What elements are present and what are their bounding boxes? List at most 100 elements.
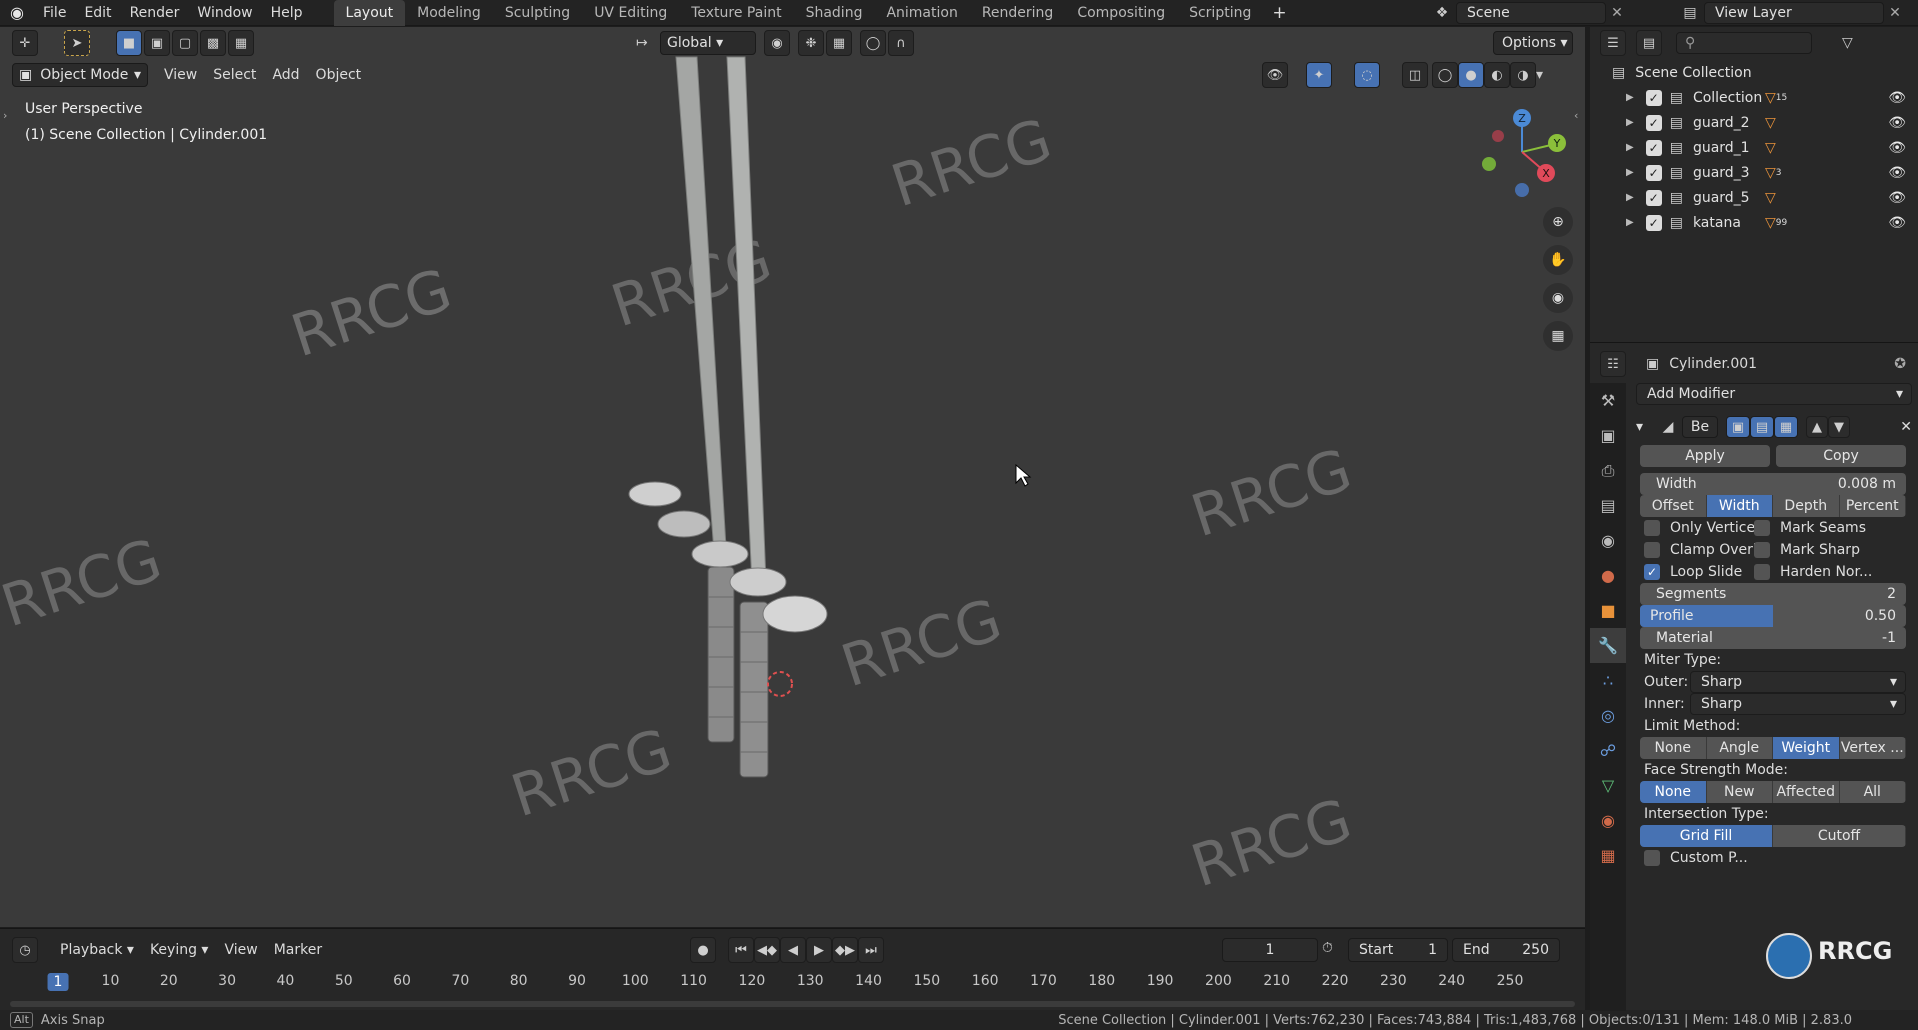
segment-option[interactable]: Weight (1773, 737, 1840, 759)
segment-option[interactable]: All (1839, 781, 1906, 803)
workspace-tab-rendering[interactable]: Rendering (970, 0, 1066, 26)
checkbox-box[interactable] (1644, 542, 1660, 558)
texture-tab-icon[interactable]: ▦ (1590, 838, 1626, 873)
checkbox-box[interactable] (1754, 564, 1770, 580)
view-layer-tab-icon[interactable]: ▤ (1590, 488, 1626, 523)
view-layer-icon[interactable]: ▤ (1676, 5, 1704, 21)
show-viewport-icon[interactable]: ▤ (1750, 416, 1774, 438)
segment-option[interactable]: Depth (1773, 495, 1840, 517)
workspace-tab-compositing[interactable]: Compositing (1065, 0, 1177, 26)
outliner-item[interactable]: ▶ ✓ ▤ guard_2 ▽ 👁 (1590, 110, 1918, 135)
segment-option[interactable]: Width (1706, 495, 1773, 517)
expand-arrow-icon[interactable]: ▶ (1626, 167, 1634, 178)
option-checkbox[interactable]: Mark Seams (1754, 517, 1866, 539)
exclude-checkbox[interactable]: ✓ (1645, 164, 1662, 181)
tool-tab-icon[interactable]: ⚒ (1590, 383, 1626, 418)
display-mode-icon[interactable]: ▤ (1636, 30, 1662, 56)
remove-modifier-icon[interactable]: ✕ (1900, 419, 1912, 435)
toolbar-toggle-icon[interactable]: › (3, 109, 7, 122)
modifier-name-field[interactable]: Be (1682, 416, 1718, 438)
katana-handle-right[interactable] (739, 601, 769, 778)
profile-slider[interactable]: Profile 0.50 (1640, 605, 1906, 627)
timeline-ruler[interactable]: 1 10 20 30 40 50 60 70 80 90 100 110 120 130 140 150 160… (0, 929, 1585, 1011)
add-modifier-dropdown[interactable]: Add Modifier ▾ (1636, 383, 1912, 405)
exclude-checkbox[interactable]: ✓ (1645, 214, 1662, 231)
checkbox-box[interactable] (1754, 542, 1770, 558)
katana-handle-left[interactable] (707, 566, 735, 743)
visibility-eye-icon[interactable]: 👁 (1888, 190, 1906, 206)
navigation-gizmo[interactable]: Z Y X (1482, 109, 1566, 197)
filter-icon[interactable]: ▽ (1842, 35, 1853, 51)
workspace-tab-scripting[interactable]: Scripting (1177, 0, 1263, 26)
segments-field[interactable]: Segments 2 (1640, 583, 1906, 605)
scene-field[interactable]: Scene (1456, 2, 1606, 24)
expand-arrow-icon[interactable]: ▶ (1626, 192, 1634, 203)
apply-button[interactable]: Apply (1640, 445, 1770, 467)
segment-option[interactable]: New (1706, 781, 1773, 803)
segment-option[interactable]: Cutoff (1773, 825, 1906, 847)
menu-edit[interactable]: Edit (75, 0, 120, 26)
mesh-data-icon[interactable]: ▽ (1765, 165, 1776, 181)
material-field[interactable]: Material -1 (1640, 627, 1906, 649)
expand-arrow-icon[interactable]: ▶ (1626, 117, 1634, 128)
workspace-tab-sculpting[interactable]: Sculpting (493, 0, 582, 26)
constraints-tab-icon[interactable]: ☍ (1590, 733, 1626, 768)
guard-ornate[interactable] (762, 595, 828, 633)
menu-render[interactable]: Render (121, 0, 189, 26)
guard-1[interactable] (628, 481, 682, 507)
visibility-eye-icon[interactable]: 👁 (1888, 215, 1906, 231)
copy-button[interactable]: Copy (1776, 445, 1906, 467)
segment-option[interactable]: Offset (1640, 495, 1707, 517)
segment-option[interactable]: None (1640, 737, 1707, 759)
option-checkbox[interactable]: Clamp Overl... (1644, 539, 1770, 561)
timeline-scrollbar[interactable] (10, 1001, 1575, 1007)
katana-blade-right[interactable] (726, 56, 767, 585)
workspace-tab-layout[interactable]: Layout (333, 0, 406, 26)
exclude-checkbox[interactable]: ✓ (1645, 114, 1662, 131)
workspace-tab-texture-paint[interactable]: Texture Paint (679, 0, 793, 26)
sidebar-toggle-icon[interactable]: ‹ (1574, 109, 1578, 122)
outliner-item[interactable]: ▶ ✓ ▤ guard_1 ▽ 👁 (1590, 135, 1918, 160)
pin-icon[interactable]: ✪ (1894, 356, 1906, 372)
object-tab-icon[interactable]: ■ (1590, 593, 1626, 628)
segment-option[interactable]: Angle (1706, 737, 1773, 759)
checkbox-box[interactable] (1754, 520, 1770, 536)
modifier-tab-icon[interactable]: 🔧 (1590, 628, 1626, 663)
panel-expand-icon[interactable]: ▾ (1636, 419, 1654, 435)
workspace-tab-shading[interactable]: Shading (794, 0, 875, 26)
scene-icon[interactable]: ❖ (1428, 5, 1456, 21)
move-up-icon[interactable]: ▲ (1806, 416, 1828, 438)
option-checkbox[interactable]: Only Vertices (1644, 517, 1762, 539)
segment-option[interactable]: None (1640, 781, 1707, 803)
segment-option[interactable]: Grid Fill (1640, 825, 1773, 847)
output-tab-icon[interactable]: ⎙ (1590, 453, 1626, 488)
outliner-item[interactable]: ▶ ✓ ▤ guard_5 ▽ 👁 (1590, 185, 1918, 210)
expand-arrow-icon[interactable]: ▶ (1626, 217, 1634, 228)
pan-hand-icon[interactable]: ✋ (1543, 245, 1573, 275)
expand-arrow-icon[interactable]: ▶ (1626, 92, 1634, 103)
guard-2[interactable] (657, 510, 711, 538)
menu-help[interactable]: Help (262, 0, 312, 26)
workspace-tab-uv-editing[interactable]: UV Editing (582, 0, 679, 26)
guard-3[interactable] (691, 540, 749, 568)
view-layer-close-icon[interactable]: ✕ (1884, 5, 1906, 21)
mesh-data-icon[interactable]: ▽ (1765, 90, 1776, 106)
render-tab-icon[interactable]: ▣ (1590, 418, 1626, 453)
camera-view-icon[interactable]: ◉ (1543, 283, 1573, 313)
width-field[interactable]: Width 0.008 m (1640, 473, 1906, 495)
option-checkbox[interactable]: Mark Sharp (1754, 539, 1860, 561)
custom-profile-box[interactable] (1644, 850, 1660, 866)
option-checkbox[interactable]: ✓ Loop Slide (1644, 561, 1742, 583)
visibility-eye-icon[interactable]: 👁 (1888, 115, 1906, 131)
checkbox-box[interactable]: ✓ (1644, 564, 1660, 580)
checkbox-box[interactable] (1644, 520, 1660, 536)
particles-tab-icon[interactable]: ∴ (1590, 663, 1626, 698)
zoom-icon[interactable]: ⊕ (1543, 207, 1573, 237)
custom-profile-checkbox[interactable]: Custom P... (1644, 847, 1748, 869)
menu-window[interactable]: Window (188, 0, 261, 26)
mesh-data-icon[interactable]: ▽ (1765, 140, 1776, 156)
segment-option[interactable]: Vertex ... (1839, 737, 1906, 759)
workspace-tab-modeling[interactable]: Modeling (405, 0, 493, 26)
world-tab-icon[interactable]: ● (1590, 558, 1626, 593)
outliner-scene-collection[interactable]: ▤ Scene Collection (1590, 60, 1918, 85)
